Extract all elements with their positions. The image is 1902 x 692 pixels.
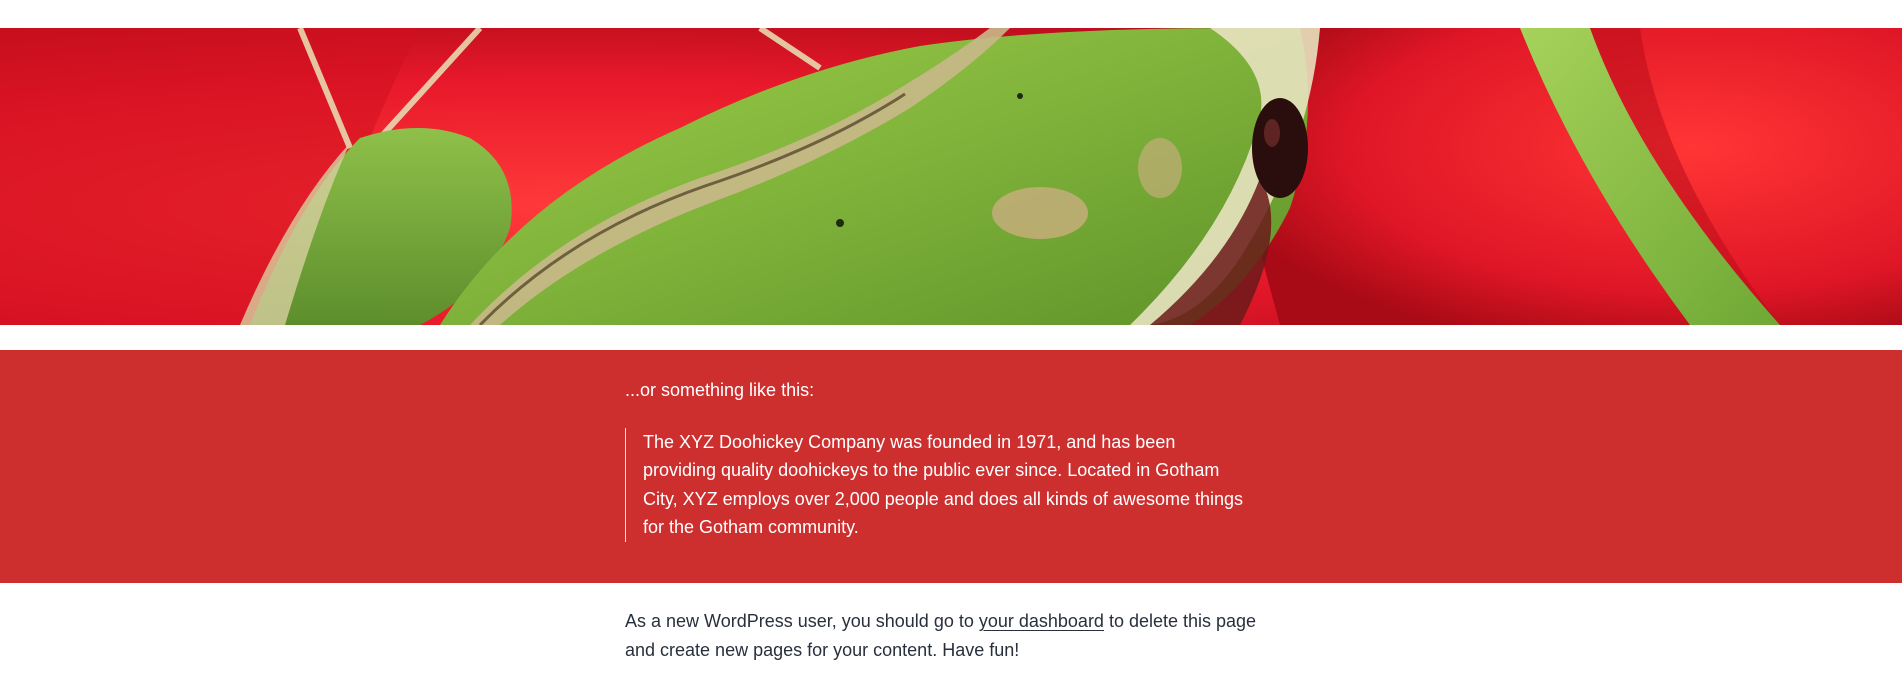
dashboard-link[interactable]: your dashboard: [979, 611, 1104, 631]
hero-image: [0, 28, 1902, 325]
company-quote: The XYZ Doohickey Company was founded in…: [625, 427, 1253, 542]
welcome-text-before: As a new WordPress user, you should go t…: [625, 611, 979, 631]
welcome-paragraph: As a new WordPress user, you should go t…: [625, 607, 1265, 665]
cover-intro-text: ...or something like this:: [625, 380, 815, 400]
page: ...or something like this: The XYZ Doohi…: [0, 0, 1902, 692]
quote-text: The XYZ Doohickey Company was founded in…: [643, 431, 1243, 538]
cover-content: ...or something like this: The XYZ Doohi…: [625, 376, 1265, 542]
frog-photo-image: [0, 28, 1902, 325]
cover-block: ...or something like this: The XYZ Doohi…: [0, 350, 1902, 583]
